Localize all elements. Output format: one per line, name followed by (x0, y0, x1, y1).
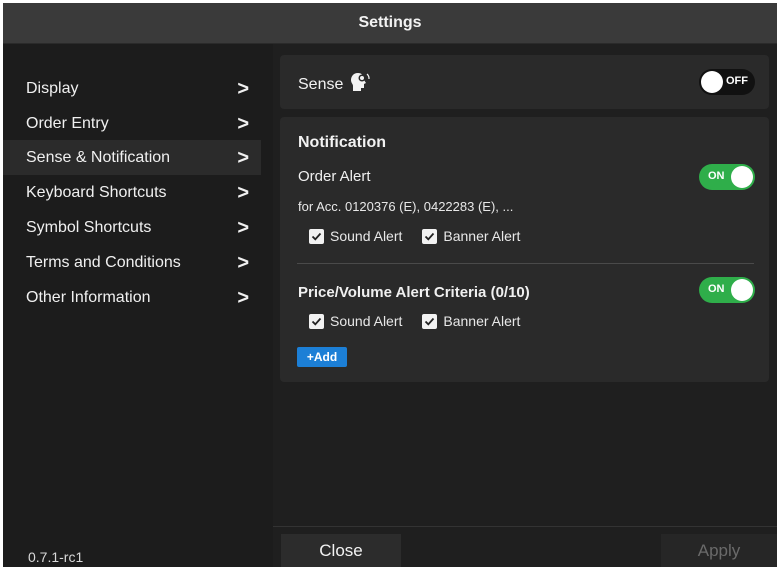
order-alert-toggle[interactable]: ON (699, 164, 755, 190)
footer-divider (273, 526, 777, 527)
head-brain-icon (349, 71, 371, 98)
sidebar-item-order-entry[interactable]: Order Entry > (3, 106, 261, 141)
toggle-knob (701, 71, 723, 93)
sidebar-item-label: Terms and Conditions (26, 253, 181, 271)
sidebar-item-other-information[interactable]: Other Information > (3, 280, 261, 315)
order-alert-label: Order Alert (298, 168, 371, 185)
sense-label: Sense (298, 75, 344, 93)
toggle-knob (731, 279, 753, 301)
sound-alert-label: Sound Alert (330, 313, 403, 329)
notification-panel: Notification Order Alert ON for Acc. 012… (280, 117, 769, 382)
banner-alert-checkbox[interactable] (422, 228, 438, 244)
sound-alert-label: Sound Alert (330, 228, 403, 244)
window-title: Settings (3, 3, 777, 44)
chevron-right-icon: > (237, 146, 249, 169)
sound-alert-checkbox[interactable] (309, 313, 324, 329)
toggle-knob (731, 166, 753, 188)
price-volume-options: Sound Alert Banner Alert (309, 313, 520, 329)
chevron-right-icon: > (237, 181, 249, 204)
chevron-right-icon: > (237, 77, 249, 100)
chevron-right-icon: > (237, 112, 249, 135)
apply-button[interactable]: Apply (661, 534, 777, 567)
toggle-state-label: ON (708, 283, 725, 295)
sidebar: Display > Order Entry > Sense & Notifica… (3, 44, 273, 567)
order-alert-options: Sound Alert Banner Alert (309, 228, 520, 244)
banner-alert-label: Banner Alert (443, 313, 521, 329)
notification-heading: Notification (298, 134, 386, 151)
settings-window: Settings Display > Order Entry > Sense &… (3, 3, 777, 567)
toggle-state-label: ON (708, 170, 725, 182)
version-label: 0.7.1-rc1 (28, 549, 84, 565)
divider (297, 263, 754, 264)
chevron-right-icon: > (237, 286, 249, 309)
sidebar-item-terms-conditions[interactable]: Terms and Conditions > (3, 245, 261, 280)
sense-panel: Sense OFF (280, 55, 769, 109)
price-volume-toggle[interactable]: ON (699, 277, 755, 303)
sidebar-item-label: Symbol Shortcuts (26, 218, 152, 236)
chevron-right-icon: > (237, 216, 249, 239)
add-alert-button[interactable]: +Add (297, 347, 347, 367)
sidebar-item-display[interactable]: Display > (3, 71, 261, 106)
banner-alert-label: Banner Alert (443, 228, 521, 244)
close-button[interactable]: Close (281, 534, 401, 567)
chevron-right-icon: > (237, 251, 249, 274)
sidebar-item-symbol-shortcuts[interactable]: Symbol Shortcuts > (3, 210, 261, 245)
sidebar-item-keyboard-shortcuts[interactable]: Keyboard Shortcuts > (3, 175, 261, 210)
sense-title: Sense (298, 71, 371, 98)
sidebar-item-label: Sense & Notification (26, 148, 171, 166)
order-alert-accounts: for Acc. 0120376 (E), 0422283 (E), ... (298, 199, 514, 214)
main-content: Sense OFF Notification Order Alert ON fo… (273, 44, 777, 567)
sidebar-item-label: Order Entry (26, 114, 109, 132)
banner-alert-checkbox[interactable] (422, 313, 438, 329)
sense-toggle[interactable]: OFF (699, 69, 755, 95)
sound-alert-checkbox[interactable] (309, 228, 324, 244)
toggle-state-label: OFF (726, 75, 748, 87)
sidebar-item-label: Keyboard Shortcuts (26, 183, 167, 201)
price-volume-label: Price/Volume Alert Criteria (0/10) (298, 284, 530, 301)
sidebar-item-sense-notification[interactable]: Sense & Notification > (3, 140, 261, 175)
sidebar-item-label: Display (26, 79, 79, 97)
sidebar-item-label: Other Information (26, 288, 151, 306)
